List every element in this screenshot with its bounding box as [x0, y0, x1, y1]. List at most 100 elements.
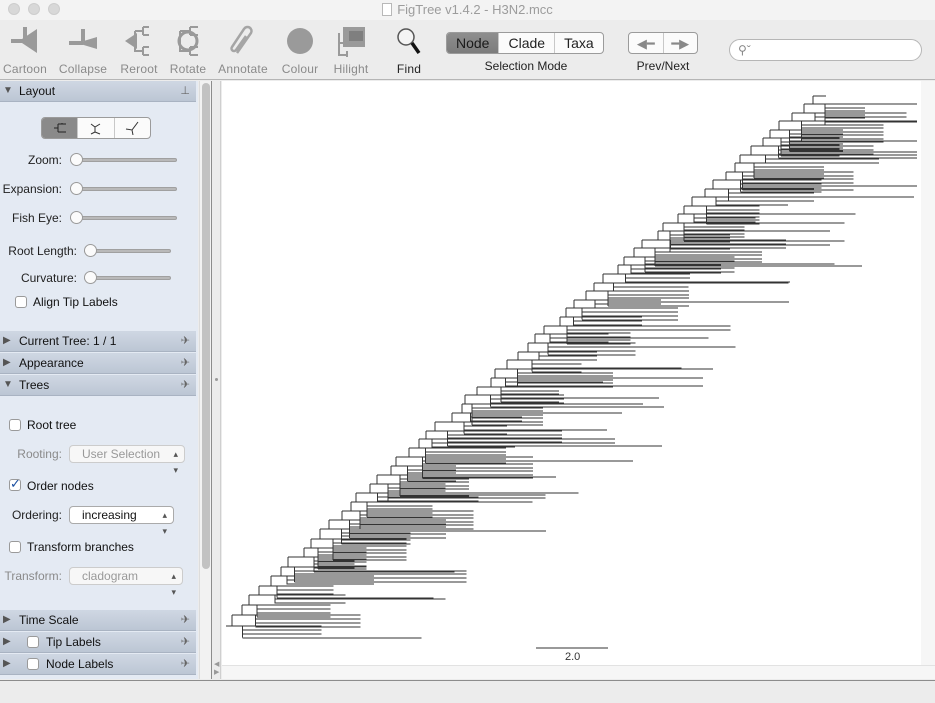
- reroot-label: Reroot: [120, 62, 158, 76]
- find-button[interactable]: Find: [381, 24, 437, 76]
- zoom-slider[interactable]: [70, 153, 177, 166]
- section-layout[interactable]: ▼ Layout ⊥: [0, 81, 196, 102]
- reroot-button[interactable]: Reroot: [111, 24, 167, 76]
- transform-select[interactable]: cladogram ▴ ▾: [69, 567, 183, 597]
- colour-button[interactable]: Colour: [272, 24, 328, 76]
- section-current-tree[interactable]: ▶ Current Tree: 1 / 1 ✈: [0, 331, 196, 352]
- zoom-label: Zoom:: [27, 153, 62, 167]
- canvas-right-gutter: [921, 81, 935, 679]
- panel-scrollbar[interactable]: [199, 81, 211, 679]
- ordering-select[interactable]: increasing ▴ ▾: [69, 506, 174, 536]
- window-title: FigTree v1.4.2 - H3N2.mcc: [397, 2, 553, 17]
- transform-branches-label: Transform branches: [27, 540, 134, 554]
- expansion-slider[interactable]: [70, 182, 177, 195]
- collapse-icon: [55, 24, 111, 58]
- annotate-button[interactable]: Annotate: [215, 24, 271, 76]
- title-bar: FigTree v1.4.2 - H3N2.mcc: [0, 0, 935, 20]
- cartoon-label: Cartoon: [2, 62, 48, 76]
- selection-mode-taxa[interactable]: Taxa: [554, 33, 603, 53]
- disclosure-open-icon: ▼: [3, 85, 13, 96]
- prev-next-label: Prev/Next: [636, 59, 690, 73]
- radial-tree-icon: [126, 121, 139, 135]
- rotate-label: Rotate: [169, 62, 207, 76]
- root-length-label: Root Length:: [8, 244, 77, 258]
- hilight-button[interactable]: Hilight: [323, 24, 379, 76]
- hilight-label: Hilight: [333, 62, 369, 76]
- curvature-slider[interactable]: [84, 271, 171, 284]
- section-trees[interactable]: ▼ Trees ✈: [0, 375, 196, 396]
- order-nodes-label: Order nodes: [27, 479, 94, 493]
- fish-eye-label: Fish Eye:: [11, 211, 62, 225]
- annotate-label: Annotate: [218, 62, 268, 76]
- search-field[interactable]: ⚲ˇ: [729, 39, 922, 61]
- ordering-label: Ordering:: [11, 508, 62, 522]
- phylogenetic-tree[interactable]: [222, 81, 921, 665]
- section-layout-title: Layout: [19, 84, 56, 98]
- rotate-button[interactable]: Rotate: [160, 24, 216, 76]
- layout-polar-button[interactable]: [77, 118, 113, 138]
- order-nodes-checkbox[interactable]: [9, 476, 21, 492]
- pin-icon[interactable]: ✈: [181, 378, 190, 391]
- transform-value: cladogram: [82, 569, 139, 583]
- section-appearance-title: Appearance: [19, 356, 84, 370]
- selection-mode-clade[interactable]: Clade: [498, 33, 554, 53]
- updown-icon: ▴ ▾: [162, 510, 167, 536]
- layout-rectangular-button[interactable]: [42, 118, 78, 138]
- selection-mode-node[interactable]: Node: [447, 33, 499, 53]
- reroot-icon: [111, 24, 167, 58]
- align-tip-labels-checkbox[interactable]: [15, 296, 27, 308]
- pin-icon[interactable]: ✈: [181, 356, 190, 369]
- scale-bar-label: 2.0: [565, 651, 581, 663]
- section-node-labels[interactable]: ▶ Node Labels ✈: [0, 654, 196, 675]
- root-tree-label: Root tree: [27, 418, 77, 432]
- pin-icon[interactable]: ✈: [181, 613, 190, 626]
- transform-label: Transform:: [4, 569, 62, 583]
- pin-icon[interactable]: ✈: [181, 657, 190, 670]
- pin-icon[interactable]: ✈: [181, 635, 190, 648]
- root-tree-checkbox[interactable]: [9, 419, 21, 431]
- root-length-slider[interactable]: [84, 244, 171, 257]
- section-time-scale-title: Time Scale: [19, 613, 79, 627]
- divider-grip-icon: [215, 378, 218, 381]
- updown-icon: ▴ ▾: [171, 571, 176, 597]
- section-time-scale[interactable]: ▶ Time Scale ✈: [0, 610, 196, 631]
- disclosure-closed-icon: ▶: [3, 357, 11, 368]
- prev-button[interactable]: ◀━: [629, 33, 663, 53]
- magnifier-icon: [381, 24, 437, 58]
- canvas-bottom-gutter: [222, 665, 935, 679]
- next-button[interactable]: ━▶: [662, 33, 698, 53]
- section-tip-labels[interactable]: ▶ Tip Labels ✈: [0, 632, 196, 653]
- pin-icon[interactable]: ⊥: [180, 84, 190, 97]
- section-current-tree-title: Current Tree: 1 / 1: [19, 334, 117, 348]
- divider-arrows-icon[interactable]: ◀ ▶: [214, 661, 219, 677]
- section-node-labels-title: Node Labels: [46, 657, 114, 671]
- fish-eye-slider[interactable]: [70, 211, 177, 224]
- find-label: Find: [396, 62, 422, 76]
- rooting-select[interactable]: User Selection ▴ ▾: [69, 445, 185, 475]
- disclosure-closed-icon: ▶: [3, 614, 11, 625]
- collapse-button[interactable]: Collapse: [55, 24, 111, 76]
- panel-scrollbar-thumb[interactable]: [202, 83, 210, 569]
- tree-canvas[interactable]: 2.0: [222, 81, 921, 665]
- section-appearance[interactable]: ▶ Appearance ✈: [0, 353, 196, 374]
- pin-icon[interactable]: ✈: [181, 334, 190, 347]
- arrow-left-icon: ◀━: [636, 36, 655, 51]
- tip-labels-checkbox[interactable]: [27, 636, 39, 648]
- split-divider[interactable]: ◀ ▶: [211, 81, 221, 679]
- selection-mode-label: Selection Mode: [484, 59, 568, 73]
- colour-label: Colour: [281, 62, 319, 76]
- arrow-right-icon: ━▶: [671, 36, 690, 51]
- window-title-wrap: FigTree v1.4.2 - H3N2.mcc: [0, 2, 935, 17]
- hilight-icon: [323, 24, 379, 58]
- disclosure-closed-icon: ▶: [3, 335, 11, 346]
- curvature-label: Curvature:: [20, 271, 77, 285]
- node-labels-checkbox[interactable]: [27, 658, 39, 670]
- updown-icon: ▴ ▾: [173, 449, 178, 475]
- paperclip-icon: [215, 24, 271, 58]
- cartoon-button[interactable]: Cartoon: [0, 24, 53, 76]
- layout-radial-button[interactable]: [113, 118, 150, 138]
- cartoon-icon: [0, 24, 53, 58]
- layout-type-control: [41, 117, 151, 139]
- transform-branches-checkbox[interactable]: [9, 541, 21, 553]
- expansion-label: Expansion:: [2, 182, 62, 196]
